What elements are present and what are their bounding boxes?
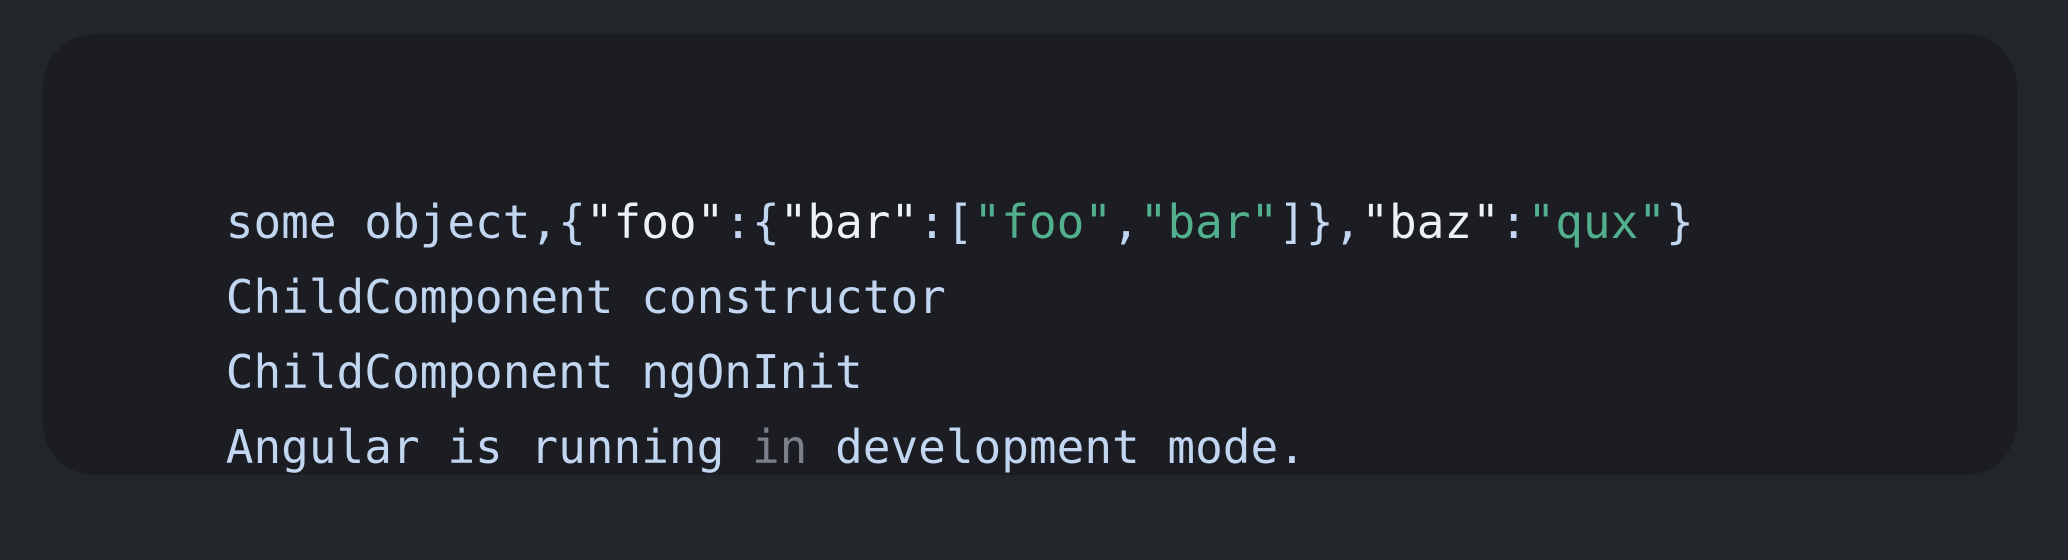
log-token: development mode.	[807, 420, 1306, 474]
json-key-token: "baz"	[1361, 195, 1500, 249]
log-token: :	[1499, 195, 1528, 249]
json-key-token: "foo"	[585, 195, 725, 249]
log-token: ]},	[1278, 195, 1362, 249]
log-token: ChildComponent constructor	[225, 270, 946, 324]
console-output-panel: some object,{"foo":{"bar":["foo","bar"]}…	[43, 34, 2017, 475]
log-token: ,	[1112, 195, 1140, 249]
string-value-token: "bar"	[1139, 195, 1279, 249]
log-token: }	[1666, 195, 1694, 249]
log-token: some object,{	[225, 195, 586, 249]
string-value-token: "foo"	[973, 195, 1113, 249]
string-value-token: "qux"	[1527, 195, 1666, 249]
console-line-object-log: some object,{"foo":{"bar":["foo","bar"]}…	[115, 110, 2017, 249]
log-token: ChildComponent ngOnInit	[225, 345, 863, 399]
log-token: :[	[918, 195, 974, 249]
log-token: Angular is running	[225, 420, 752, 474]
json-key-token: "bar"	[779, 195, 919, 249]
keyword-token: in	[751, 420, 808, 474]
log-token: :{	[724, 195, 780, 249]
